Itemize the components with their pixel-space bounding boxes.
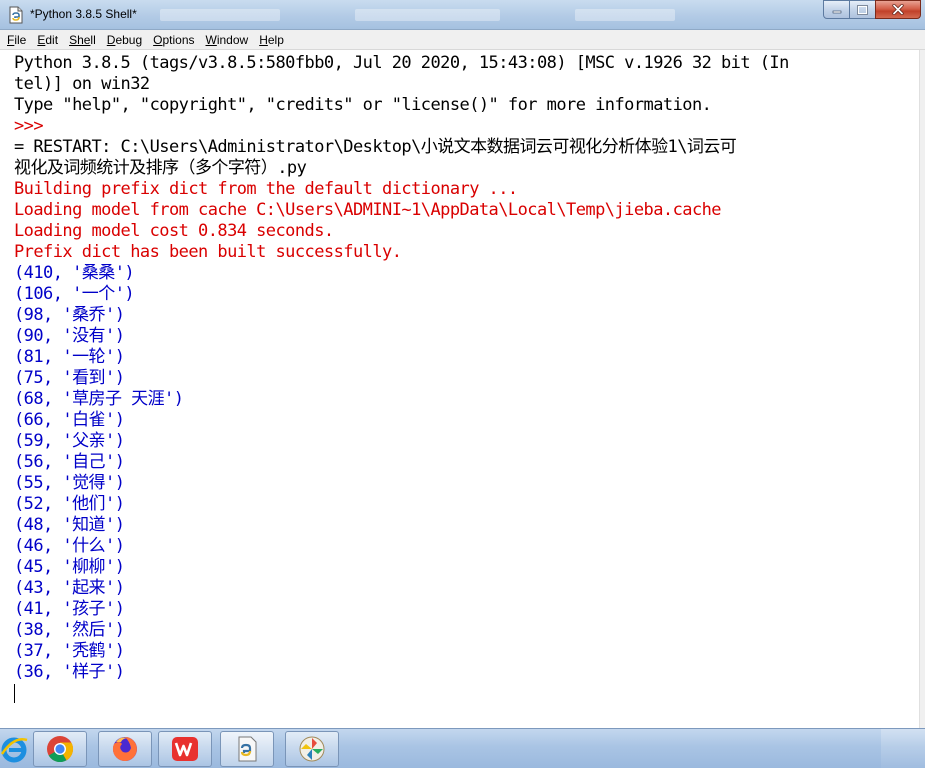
- menu-mnemonic: W: [205, 32, 217, 47]
- result-line: (68, '草房子 天涯'): [14, 389, 184, 409]
- result-line: (55, '觉得'): [14, 473, 125, 493]
- shell-line: Prefix dict has been built successfully.: [14, 242, 402, 262]
- menu-edit[interactable]: Edit: [37, 33, 58, 47]
- result-line: (59, '父亲'): [14, 431, 125, 451]
- result-line: (45, '柳柳'): [14, 557, 125, 577]
- shell-line: Python 3.8.5 (tags/v3.8.5:580fbb0, Jul 2…: [14, 53, 789, 73]
- menu-shell[interactable]: Shell: [69, 33, 96, 47]
- shell-line: Loading model from cache C:\Users\ADMINI…: [14, 200, 722, 220]
- result-line: (98, '桑乔'): [14, 305, 125, 325]
- result-line: (38, '然后'): [14, 620, 125, 640]
- shell-line: = RESTART: C:\Users\Administrator\Deskto…: [14, 137, 737, 157]
- show-desktop-area[interactable]: [881, 729, 925, 768]
- result-line: (46, '什么'): [14, 536, 125, 556]
- background-window-title: [355, 9, 500, 21]
- result-line: (43, '起来'): [14, 578, 125, 598]
- text-cursor: [14, 684, 15, 703]
- result-line: (90, '没有'): [14, 326, 125, 346]
- result-line: (106, '一个'): [14, 284, 135, 304]
- menu-label: ebug: [115, 32, 143, 47]
- taskbar-wps-button[interactable]: [158, 731, 212, 767]
- menu-bar: File Edit Shell Debug Options Window Hel…: [0, 30, 925, 50]
- result-line: (81, '一轮'): [14, 347, 125, 367]
- result-line: (410, '桑桑'): [14, 263, 135, 283]
- pinwheel-app-icon: [299, 736, 325, 762]
- window-controls: [823, 0, 921, 20]
- shell-line: Loading model cost 0.834 seconds.: [14, 221, 334, 241]
- result-line: (66, '白雀'): [14, 410, 125, 430]
- screen: *Python 3.8.5 Shell* File Edit Shell Deb…: [0, 0, 925, 768]
- close-icon: [892, 4, 904, 15]
- title-bar[interactable]: *Python 3.8.5 Shell*: [0, 0, 925, 30]
- python-idle-icon: [238, 736, 257, 762]
- menu-mnemonic: H: [259, 32, 268, 47]
- shell-prompt: >>>: [14, 116, 53, 136]
- result-line: (75, '看到'): [14, 368, 125, 388]
- result-line: (36, '样子'): [14, 662, 125, 682]
- internet-explorer-icon: [0, 737, 28, 763]
- taskbar-chrome-button[interactable]: [33, 731, 87, 767]
- result-line: (37, '秃鹤'): [14, 641, 125, 661]
- shell-line: 视化及词频统计及排序（多个字符）.py: [14, 158, 307, 178]
- menu-label: ile: [14, 32, 27, 47]
- result-line: (48, '知道'): [14, 515, 125, 535]
- maximize-button[interactable]: [849, 0, 876, 19]
- taskbar-ie-button[interactable]: [0, 731, 32, 767]
- menu-label: ptions: [162, 32, 195, 47]
- shell-line: Type "help", "copyright", "credits" or "…: [14, 95, 712, 115]
- taskbar-idle-button[interactable]: [220, 731, 274, 767]
- menu-help[interactable]: Help: [259, 33, 284, 47]
- python-file-icon: [9, 6, 23, 24]
- menu-window[interactable]: Window: [206, 33, 249, 47]
- menu-label: indow: [216, 32, 249, 47]
- result-line: (52, '他们'): [14, 494, 125, 514]
- shell-line: tel)] on win32: [14, 74, 150, 94]
- window-title: *Python 3.8.5 Shell*: [30, 7, 137, 21]
- wps-office-icon: [172, 737, 198, 761]
- result-line: (41, '孩子'): [14, 599, 125, 619]
- menu-label: dit: [45, 32, 59, 47]
- menu-file[interactable]: File: [7, 33, 26, 47]
- menu-debug[interactable]: Debug: [107, 33, 142, 47]
- close-button[interactable]: [875, 0, 921, 19]
- menu-options[interactable]: Options: [153, 33, 194, 47]
- background-window-title: [575, 9, 675, 21]
- menu-label: ll: [90, 32, 96, 47]
- firefox-icon: [112, 737, 137, 761]
- taskbar: [0, 728, 925, 768]
- taskbar-pinwheel-button[interactable]: [285, 731, 339, 767]
- window-right-edge: [919, 50, 925, 728]
- shell-line: Building prefix dict from the default di…: [14, 179, 518, 199]
- chrome-icon: [47, 736, 74, 763]
- result-line: (56, '自己'): [14, 452, 125, 472]
- menu-mnemonic: She: [69, 32, 91, 47]
- minimize-icon: [832, 10, 841, 13]
- menu-label: elp: [267, 32, 284, 47]
- shell-text-area[interactable]: Python 3.8.5 (tags/v3.8.5:580fbb0, Jul 2…: [0, 50, 919, 728]
- minimize-button[interactable]: [823, 0, 850, 19]
- maximize-icon: [857, 4, 868, 15]
- taskbar-firefox-button[interactable]: [98, 731, 152, 767]
- background-window-title: [160, 9, 280, 21]
